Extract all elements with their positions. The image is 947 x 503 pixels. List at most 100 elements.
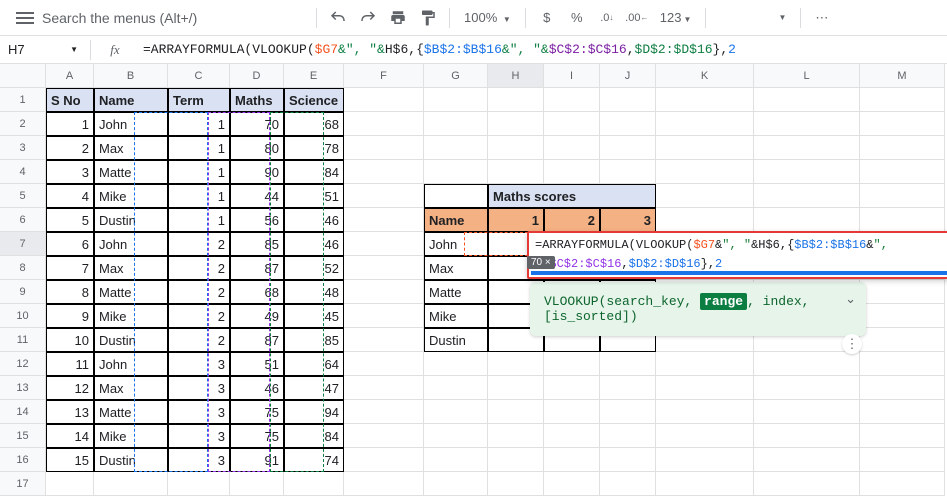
cell[interactable]: 91	[230, 448, 284, 472]
cell[interactable]: 3	[46, 160, 94, 184]
cell[interactable]: 75	[230, 400, 284, 424]
cell[interactable]	[544, 352, 600, 376]
cell[interactable]	[488, 352, 544, 376]
cell[interactable]	[344, 472, 424, 496]
cell[interactable]: Maths	[230, 88, 284, 112]
cell[interactable]: Science	[284, 88, 344, 112]
cell[interactable]: S No	[46, 88, 94, 112]
cell[interactable]	[488, 136, 544, 160]
cell[interactable]	[754, 352, 860, 376]
col-header-J[interactable]: J	[600, 64, 656, 88]
cell[interactable]: 1	[168, 112, 230, 136]
cell[interactable]	[344, 160, 424, 184]
cell[interactable]	[656, 424, 754, 448]
cell[interactable]: 2	[168, 328, 230, 352]
col-header-H[interactable]: H	[488, 64, 544, 88]
row-header-12[interactable]: 12	[0, 352, 46, 376]
cell[interactable]: 84	[284, 160, 344, 184]
cell[interactable]	[424, 448, 488, 472]
more-button[interactable]: ⋯	[809, 10, 834, 26]
cell[interactable]: 3	[168, 448, 230, 472]
row-header-6[interactable]: 6	[0, 208, 46, 232]
cell[interactable]: 9	[46, 304, 94, 328]
col-header-B[interactable]: B	[94, 64, 168, 88]
help-menu-button[interactable]: ⋮	[842, 334, 862, 354]
col-header-A[interactable]: A	[46, 64, 94, 88]
cell[interactable]: 78	[284, 136, 344, 160]
cell[interactable]	[544, 400, 600, 424]
cell[interactable]	[600, 160, 656, 184]
cell[interactable]	[344, 328, 424, 352]
decrease-decimal-button[interactable]: .0↓	[594, 5, 620, 31]
col-header-E[interactable]: E	[284, 64, 344, 88]
paint-format-button[interactable]	[415, 5, 441, 31]
cell[interactable]	[424, 160, 488, 184]
cell[interactable]	[656, 352, 754, 376]
percent-button[interactable]: %	[564, 5, 590, 31]
cell[interactable]	[46, 472, 94, 496]
cell[interactable]	[344, 448, 424, 472]
cell[interactable]	[860, 184, 945, 208]
cell[interactable]	[94, 472, 168, 496]
row-header-10[interactable]: 10	[0, 304, 46, 328]
cell[interactable]	[754, 184, 860, 208]
col-header-F[interactable]: F	[344, 64, 424, 88]
cell[interactable]: Matte	[94, 280, 168, 304]
cell[interactable]: 75	[230, 424, 284, 448]
cell[interactable]: 85	[284, 328, 344, 352]
cell[interactable]: 3	[168, 376, 230, 400]
cell[interactable]	[344, 208, 424, 232]
cell[interactable]: Max	[94, 256, 168, 280]
cell[interactable]: 4	[46, 184, 94, 208]
cell[interactable]: 70	[230, 112, 284, 136]
cell[interactable]	[344, 352, 424, 376]
cell[interactable]	[860, 208, 945, 232]
cell[interactable]: 10	[46, 328, 94, 352]
cell[interactable]: 87	[230, 256, 284, 280]
cell[interactable]	[488, 160, 544, 184]
cell[interactable]: Max	[424, 256, 488, 280]
cell[interactable]: Mike	[94, 184, 168, 208]
redo-button[interactable]	[355, 5, 381, 31]
cell[interactable]	[344, 376, 424, 400]
cell[interactable]: 2	[168, 280, 230, 304]
cell[interactable]	[656, 184, 754, 208]
cell[interactable]	[424, 376, 488, 400]
cell[interactable]	[488, 448, 544, 472]
cell[interactable]	[488, 376, 544, 400]
cell[interactable]: 94	[284, 400, 344, 424]
col-header-C[interactable]: C	[168, 64, 230, 88]
row-header-3[interactable]: 3	[0, 136, 46, 160]
row-header-9[interactable]: 9	[0, 280, 46, 304]
cell[interactable]: 2	[168, 304, 230, 328]
cell[interactable]: 11	[46, 352, 94, 376]
cell[interactable]: Dustin	[94, 328, 168, 352]
cell[interactable]	[860, 400, 945, 424]
col-header-D[interactable]: D	[230, 64, 284, 88]
cell[interactable]	[754, 160, 860, 184]
cell[interactable]	[754, 448, 860, 472]
row-header-4[interactable]: 4	[0, 160, 46, 184]
cell[interactable]	[860, 472, 945, 496]
cell[interactable]: 1	[168, 136, 230, 160]
cell[interactable]: Term	[168, 88, 230, 112]
cell[interactable]	[424, 424, 488, 448]
cell[interactable]: 68	[230, 280, 284, 304]
col-header-G[interactable]: G	[424, 64, 488, 88]
cell[interactable]	[600, 400, 656, 424]
row-header-7[interactable]: 7	[0, 232, 46, 256]
cell[interactable]	[424, 136, 488, 160]
cell[interactable]	[860, 352, 945, 376]
print-button[interactable]	[385, 5, 411, 31]
cell[interactable]	[860, 136, 945, 160]
cell[interactable]	[544, 424, 600, 448]
cell[interactable]: 85	[230, 232, 284, 256]
cell[interactable]: 7	[46, 256, 94, 280]
font-dropdown[interactable]: ▼	[714, 13, 792, 22]
cell[interactable]: 68	[284, 112, 344, 136]
cell[interactable]	[860, 424, 945, 448]
cell[interactable]: 90	[230, 160, 284, 184]
cell[interactable]: Mike	[94, 304, 168, 328]
cell[interactable]	[656, 400, 754, 424]
cell[interactable]	[488, 400, 544, 424]
